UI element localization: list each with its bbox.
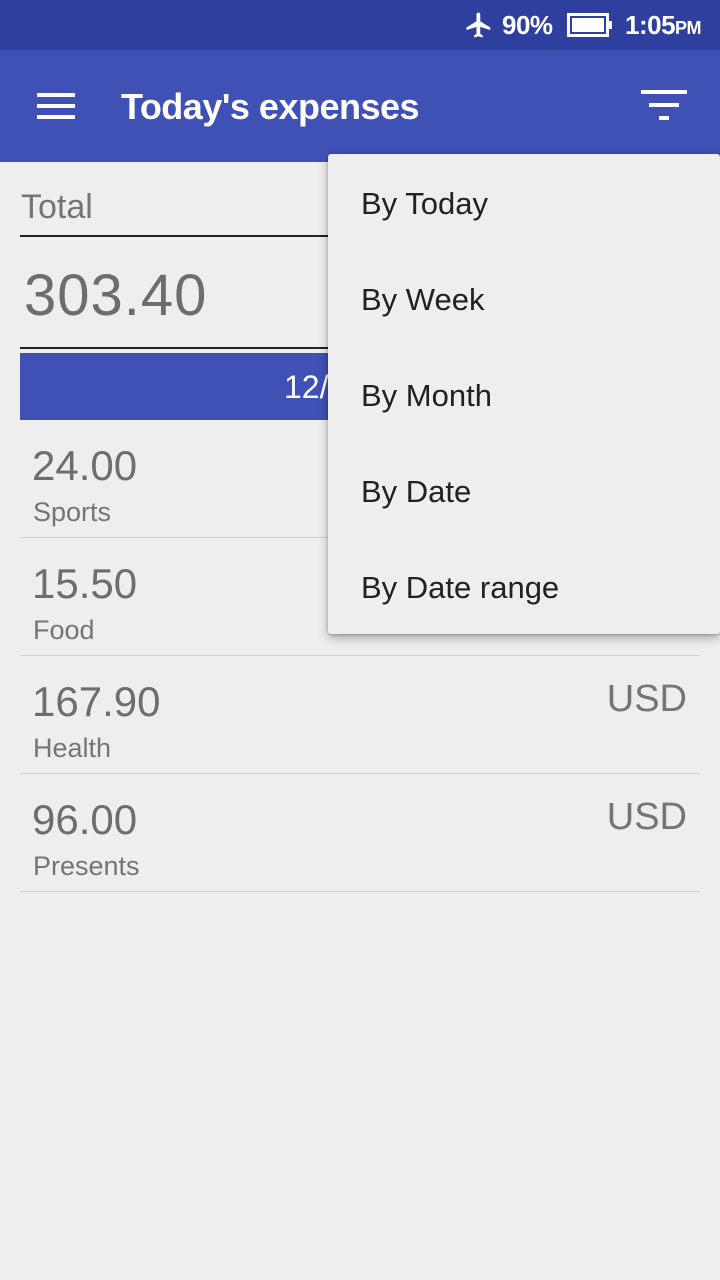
expense-currency: USD [606,678,687,720]
battery-icon [567,13,612,37]
menu-item-by-month[interactable]: By Month [328,348,720,444]
menu-icon[interactable] [30,86,82,126]
expense-category: Food [33,615,95,645]
airplane-mode-icon [466,12,491,38]
expense-category: Health [33,733,112,763]
expense-amount: 167.90 [32,678,161,725]
filter-icon[interactable] [636,84,692,130]
expense-amount: 24.00 [32,442,138,489]
menu-item-label: By Month [361,378,492,413]
expense-currency: USD [606,796,687,838]
expense-row[interactable]: 96.00 Presents USD [20,774,700,892]
status-bar: 90% 1:05PM [0,0,720,50]
divider [20,347,350,349]
clock-ampm: PM [675,18,702,38]
date-text: 12/ [284,369,329,405]
expense-row[interactable]: 167.90 Health USD [20,656,700,774]
menu-item-by-today[interactable]: By Today [328,156,720,252]
menu-item-by-date[interactable]: By Date [328,444,720,540]
menu-item-by-week[interactable]: By Week [328,252,720,348]
menu-item-label: By Today [361,186,488,221]
expense-amount: 15.50 [32,560,138,607]
expense-category: Presents [33,851,140,881]
menu-item-label: By Date [361,474,472,509]
battery-percent: 90% [502,10,553,40]
expense-category: Sports [33,497,112,527]
filter-dropdown-menu: By Today By Week By Month By Date By Dat… [328,154,720,634]
clock-time: 1:05 [625,10,676,40]
menu-item-label: By Week [361,282,485,317]
menu-item-label: By Date range [361,570,560,605]
divider [20,235,350,237]
page-title: Today's expenses [121,86,420,127]
total-value: 303.40 [24,263,208,328]
app-bar: Today's expenses [0,50,720,162]
expense-amount: 96.00 [32,796,138,843]
clock: 1:05PM [625,10,702,41]
menu-item-by-date-range[interactable]: By Date range [328,540,720,636]
total-label: Total [21,188,93,226]
